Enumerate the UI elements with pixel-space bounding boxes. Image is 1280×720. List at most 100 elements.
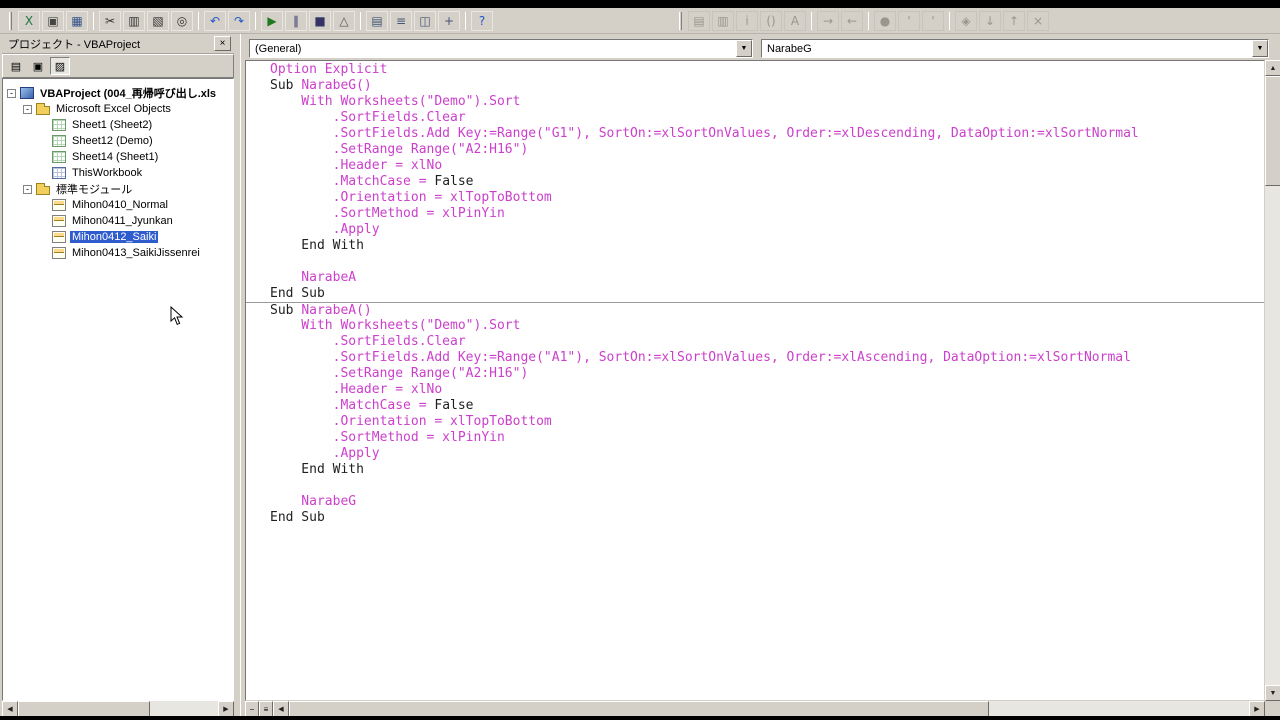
code-line: .MatchCase = False <box>270 174 1264 190</box>
code-editor[interactable]: Option ExplicitSub NarabeG() With Worksh… <box>246 61 1264 700</box>
insert-userform-button[interactable]: ▣ <box>42 11 64 31</box>
tree-item-vbaproject-root[interactable]: - VBAProject (004_再帰呼び出し.xls <box>3 85 233 101</box>
project-tree: -VBAProject (004_再帰呼び出し.xls-Microsoft Ex… <box>2 78 234 701</box>
procedure-dropdown[interactable]: NarabeG ▼ <box>761 39 1269 58</box>
scroll-right-button[interactable]: ▶ <box>218 701 234 717</box>
save-button[interactable]: ▦ <box>66 11 88 31</box>
expander-minus-icon[interactable]: - <box>23 185 32 194</box>
object-browser-icon: ◫ <box>419 15 430 27</box>
reset-button[interactable]: ■ <box>309 11 331 31</box>
view-object-button[interactable]: ▣ <box>28 57 48 75</box>
code-token: .SortFields.Clear <box>270 110 466 125</box>
project-explorer-button[interactable]: ▤ <box>366 11 388 31</box>
undo-icon: ↶ <box>210 15 220 27</box>
dropdown-button[interactable]: ▼ <box>736 40 752 57</box>
procedure-view-button[interactable]: − <box>245 701 259 717</box>
project-explorer-panel: プロジェクト - VBAProject × ▤▣▨ -VBAProject (0… <box>2 34 234 717</box>
help-icon: ? <box>479 15 485 27</box>
object-dropdown[interactable]: (General) ▼ <box>249 39 753 58</box>
list-properties-icon: ▤ <box>693 15 704 27</box>
view-code-button[interactable]: ▤ <box>6 57 26 75</box>
toolbar-separator <box>465 12 466 30</box>
toggle-bookmark-button: ◈ <box>955 11 977 31</box>
view-object-icon: ▣ <box>33 60 43 73</box>
tree-item-mihon0410-normal[interactable]: Mihon0410_Normal <box>3 197 233 213</box>
project-tree-hscrollbar[interactable]: ◀ ▶ <box>2 701 234 717</box>
folder-icon <box>36 186 50 195</box>
redo-button[interactable]: ↷ <box>228 11 250 31</box>
tree-item-folder-excel-objects[interactable]: -Microsoft Excel Objects <box>3 101 233 117</box>
scroll-down-button[interactable]: ▼ <box>1265 685 1280 701</box>
expander-minus-icon[interactable]: - <box>7 89 16 98</box>
toggle-folders-button[interactable]: ▨ <box>50 57 70 75</box>
code-token: NarabeG() <box>301 78 371 93</box>
code-token: Sub <box>270 303 301 318</box>
code-vscrollbar[interactable]: ▲ ▼ <box>1265 60 1280 701</box>
scroll-left-button[interactable]: ◀ <box>273 701 289 717</box>
object-browser-button[interactable]: ◫ <box>414 11 436 31</box>
code-line: NarabeG <box>270 494 1264 510</box>
tree-item-mihon0411-jyunkan[interactable]: Mihon0411_Jyunkan <box>3 213 233 229</box>
tree-item-mihon0413-saikijissenrei[interactable]: Mihon0413_SaikiJissenrei <box>3 245 233 261</box>
toolbar-separator <box>255 12 256 30</box>
code-hscrollbar[interactable]: − ≡ ◀ ▶ <box>245 701 1265 717</box>
tree-item-sheet12-demo[interactable]: Sheet12 (Demo) <box>3 133 233 149</box>
next-bookmark-icon: ↓ <box>985 15 995 27</box>
copy-button[interactable]: ▥ <box>123 11 145 31</box>
scroll-up-button[interactable]: ▲ <box>1265 60 1280 76</box>
hscroll-thumb[interactable] <box>289 701 989 717</box>
dropdown-button[interactable]: ▼ <box>1252 40 1268 57</box>
sheet-icon <box>52 119 66 131</box>
toolbox-button[interactable]: + <box>438 11 460 31</box>
find-button[interactable]: ◎ <box>171 11 193 31</box>
tree-item-label: Sheet12 (Demo) <box>70 135 155 147</box>
expander-minus-icon[interactable]: - <box>23 105 32 114</box>
code-token: .MatchCase = <box>270 174 434 189</box>
hscroll-track[interactable] <box>989 701 1249 717</box>
mouse-cursor <box>170 306 184 326</box>
code-token: .Orientation = xlTopToBottom <box>270 190 552 205</box>
vscroll-thumb[interactable] <box>1265 76 1280 186</box>
properties-window-button[interactable]: ≡ <box>390 11 412 31</box>
insert-userform-icon: ▣ <box>47 15 58 27</box>
sheet-icon <box>52 135 66 147</box>
tree-item-label: VBAProject (004_再帰呼び出し.xls <box>38 85 218 101</box>
close-button[interactable]: × <box>214 36 231 51</box>
toolbar-drag-handle[interactable] <box>9 12 12 30</box>
module-icon <box>52 199 66 211</box>
tree-item-label: Sheet14 (Sheet1) <box>70 151 160 163</box>
tree-item-label: Mihon0411_Jyunkan <box>70 215 175 227</box>
toolbar-separator <box>198 12 199 30</box>
code-line: End With <box>270 238 1264 254</box>
hscroll-thumb[interactable] <box>18 701 150 717</box>
tree-item-thisworkbook[interactable]: ThisWorkbook <box>3 165 233 181</box>
procedure-view-icon: − <box>250 705 255 714</box>
code-line: With Worksheets("Demo").Sort <box>270 318 1264 334</box>
tree-item-sheet1[interactable]: Sheet1 (Sheet2) <box>3 117 233 133</box>
tree-item-folder-standard-modules[interactable]: - 標準モジュール <box>3 181 233 197</box>
tree-item-label: Sheet1 (Sheet2) <box>70 119 154 131</box>
project-explorer-titlebar[interactable]: プロジェクト - VBAProject × <box>2 34 234 54</box>
scroll-left-button[interactable]: ◀ <box>2 701 18 717</box>
run-button[interactable]: ▶ <box>261 11 283 31</box>
cut-button[interactable]: ✂ <box>99 11 121 31</box>
undo-button[interactable]: ↶ <box>204 11 226 31</box>
scroll-right-button[interactable]: ▶ <box>1249 701 1265 717</box>
code-token: .SortFields.Add Key:=Range("A1"), SortOn… <box>270 350 1131 365</box>
tree-item-label: 標準モジュール <box>54 181 134 197</box>
view-microsoft-excel-button[interactable]: X <box>18 11 40 31</box>
hscroll-track[interactable] <box>150 701 218 717</box>
code-line: Sub NarabeG() <box>270 78 1264 94</box>
tree-item-sheet14[interactable]: Sheet14 (Sheet1) <box>3 149 233 165</box>
code-token: .MatchCase = <box>270 398 434 413</box>
design-mode-button[interactable]: △ <box>333 11 355 31</box>
full-module-view-button[interactable]: ≡ <box>259 701 273 717</box>
tree-item-mihon0412-saiki[interactable]: Mihon0412_Saiki <box>3 229 233 245</box>
help-button[interactable]: ? <box>471 11 493 31</box>
paste-button[interactable]: ▧ <box>147 11 169 31</box>
break-button[interactable]: ∥ <box>285 11 307 31</box>
paste-icon: ▧ <box>152 15 163 27</box>
standard-toolbar: X ▣ ▦ ✂▥ ▧ ◎ ↶ ↷ ▶∥■△ ▤≡ ◫ +? <box>17 11 494 31</box>
toolbar-drag-handle[interactable] <box>679 12 682 30</box>
scroll-down-icon: ▼ <box>1270 690 1277 697</box>
